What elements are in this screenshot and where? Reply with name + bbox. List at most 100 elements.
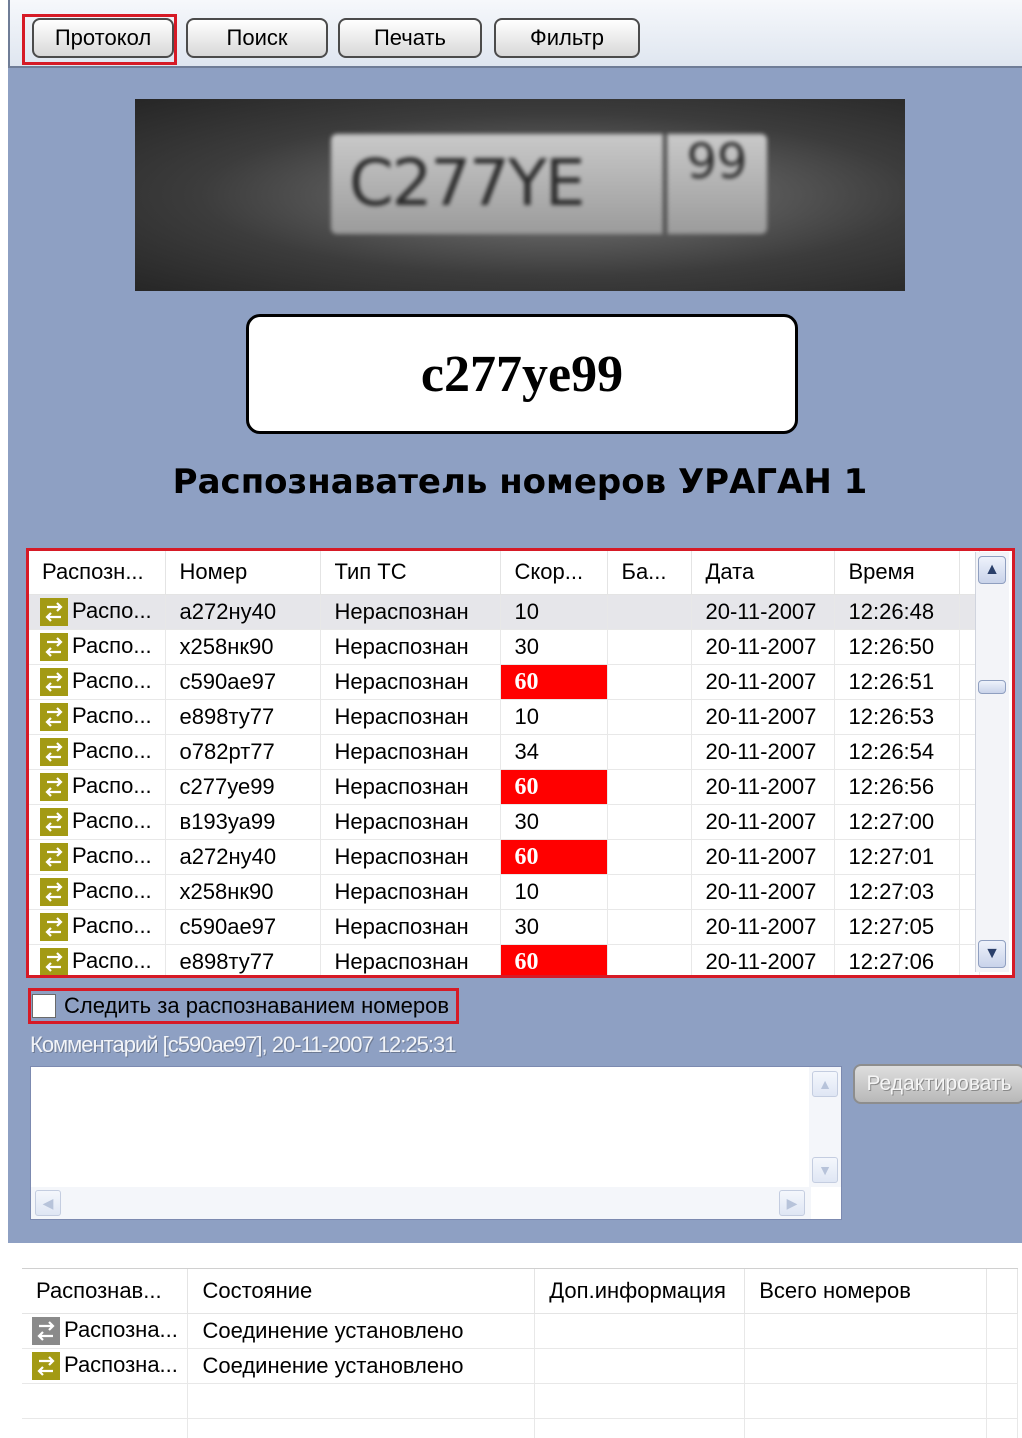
- toolbar: Протокол Поиск Печать Фильтр: [8, 0, 1022, 68]
- col-header-ba[interactable]: Ба...: [607, 550, 691, 595]
- vehicle-type-cell: Нераспознан: [320, 770, 500, 805]
- recognizer-cell-label: Распо...: [72, 598, 152, 623]
- col-header-recognizer[interactable]: Распозн...: [28, 550, 165, 595]
- time-cell: 12:26:51: [834, 665, 959, 700]
- ba-cell: [607, 595, 691, 630]
- status-col-info[interactable]: Доп.информация: [535, 1269, 745, 1314]
- status-empty-cell: [188, 1419, 535, 1438]
- recognizer-arrows-icon: [32, 1317, 60, 1345]
- table-row[interactable]: Распо...с277уе99Нераспознан6020-11-20071…: [28, 770, 979, 805]
- table-row[interactable]: Распо...х258нк90Нераспознан1020-11-20071…: [28, 875, 979, 910]
- events-table-container: Распозн... Номер Тип ТС Скор... Ба... Да…: [28, 550, 1013, 976]
- recognizer-arrows-icon: [40, 948, 68, 976]
- table-row[interactable]: Распо...х258нк90Нераспознан3020-11-20071…: [28, 630, 979, 665]
- status-state-cell: Соединение установлено: [188, 1349, 535, 1384]
- col-header-speed[interactable]: Скор...: [500, 550, 607, 595]
- date-cell: 20-11-2007: [691, 840, 834, 875]
- table-row[interactable]: Распо...с590ае97Нераспознан6020-11-20071…: [28, 665, 979, 700]
- col-header-date[interactable]: Дата: [691, 550, 834, 595]
- events-vscrollbar[interactable]: ▲ ▼: [975, 552, 1009, 972]
- recognizer-arrows-icon: [40, 668, 68, 696]
- date-cell: 20-11-2007: [691, 770, 834, 805]
- recognizer-cell-label: Распо...: [72, 668, 152, 693]
- time-cell: 12:26:53: [834, 700, 959, 735]
- scroll-up-icon[interactable]: ▲: [812, 1071, 838, 1097]
- table-row[interactable]: Распо...с590ае97Нераспознан3020-11-20071…: [28, 910, 979, 945]
- recognizer-arrows-icon: [40, 598, 68, 626]
- ba-cell: [607, 665, 691, 700]
- scroll-left-icon[interactable]: ◀: [35, 1190, 61, 1216]
- status-table: Распознав... Состояние Доп.информация Вс…: [22, 1269, 1018, 1438]
- status-col-recognizer[interactable]: Распознав...: [22, 1269, 188, 1314]
- status-empty-cell: [22, 1384, 188, 1419]
- table-row[interactable]: Распо...е898ту77Нераспознан1020-11-20071…: [28, 700, 979, 735]
- scroll-up-icon[interactable]: ▲: [978, 556, 1006, 584]
- col-header-time[interactable]: Время: [834, 550, 959, 595]
- plate-photo: C277YE 99: [135, 99, 905, 291]
- status-row[interactable]: Распозна...Соединение установлено: [22, 1314, 1018, 1349]
- scroll-down-icon[interactable]: ▼: [978, 940, 1006, 968]
- print-button[interactable]: Печать: [338, 18, 482, 58]
- scroll-down-icon[interactable]: ▼: [812, 1157, 838, 1183]
- follow-recognition-row[interactable]: Следить за распознаванием номеров: [32, 990, 449, 1022]
- col-header-number[interactable]: Номер: [165, 550, 320, 595]
- time-cell: 12:26:48: [834, 595, 959, 630]
- recognizer-cell-label: Распо...: [72, 773, 152, 798]
- follow-recognition-checkbox[interactable]: [32, 994, 56, 1018]
- speed-cell: 10: [500, 595, 607, 630]
- status-row[interactable]: Распозна...Соединение установлено: [22, 1349, 1018, 1384]
- number-cell: х258нк90: [165, 875, 320, 910]
- status-empty-cell: [535, 1419, 745, 1438]
- comment-textarea[interactable]: ▲ ▼ ◀ ▶: [30, 1066, 842, 1220]
- recognizer-arrows-icon: [40, 703, 68, 731]
- vehicle-type-cell: Нераспознан: [320, 805, 500, 840]
- recognizer-cell: Распо...: [28, 875, 165, 910]
- time-cell: 12:26:56: [834, 770, 959, 805]
- ba-cell: [607, 735, 691, 770]
- time-cell: 12:27:03: [834, 875, 959, 910]
- date-cell: 20-11-2007: [691, 630, 834, 665]
- scroll-thumb[interactable]: [978, 680, 1006, 694]
- status-empty-cell: [745, 1419, 987, 1438]
- status-col-total[interactable]: Всего номеров: [745, 1269, 987, 1314]
- comment-vscrollbar[interactable]: ▲ ▼: [809, 1067, 841, 1187]
- table-row[interactable]: Распо...а272ну40Нераспознан1020-11-20071…: [28, 595, 979, 630]
- col-header-vehicle-type[interactable]: Тип ТС: [320, 550, 500, 595]
- status-empty-row: [22, 1384, 1018, 1419]
- status-col-filler: [987, 1269, 1018, 1314]
- status-col-state[interactable]: Состояние: [188, 1269, 535, 1314]
- status-info-cell: [535, 1314, 745, 1349]
- recognizer-cell-label: Распо...: [72, 808, 152, 833]
- date-cell: 20-11-2007: [691, 700, 834, 735]
- ba-cell: [607, 630, 691, 665]
- plate-photo-text: C277YE: [349, 147, 583, 221]
- edit-button[interactable]: Редактировать: [853, 1064, 1022, 1104]
- recognizer-arrows-icon: [40, 913, 68, 941]
- recognizer-cell: Распо...: [28, 595, 165, 630]
- table-row[interactable]: Распо...е898ту77Нераспознан6020-11-20071…: [28, 945, 979, 977]
- search-button[interactable]: Поиск: [186, 18, 328, 58]
- status-empty-row: [22, 1419, 1018, 1438]
- ba-cell: [607, 875, 691, 910]
- recognizer-cell: Распо...: [28, 630, 165, 665]
- table-row[interactable]: Распо...о782рт77Нераспознан3420-11-20071…: [28, 735, 979, 770]
- filter-button[interactable]: Фильтр: [494, 18, 640, 58]
- status-empty-cell: [22, 1419, 188, 1438]
- status-recognizer-label: Распозна...: [64, 1317, 178, 1342]
- recognizer-cell-label: Распо...: [72, 703, 152, 728]
- recognizer-arrows-icon: [40, 878, 68, 906]
- recognizer-arrows-icon: [32, 1352, 60, 1380]
- time-cell: 12:26:54: [834, 735, 959, 770]
- table-row[interactable]: Распо...а272ну40Нераспознан6020-11-20071…: [28, 840, 979, 875]
- plate-photo-plate: C277YE 99: [331, 134, 767, 234]
- protocol-button[interactable]: Протокол: [32, 18, 174, 58]
- comment-hscrollbar[interactable]: ◀ ▶: [31, 1187, 811, 1219]
- status-table-container: Распознав... Состояние Доп.информация Вс…: [22, 1268, 1018, 1438]
- status-empty-cell: [745, 1384, 987, 1419]
- scroll-right-icon[interactable]: ▶: [779, 1190, 805, 1216]
- recognized-number: c277ye99: [246, 314, 798, 434]
- speed-cell: 60: [500, 770, 607, 805]
- table-row[interactable]: Распо...в193уа99Нераспознан3020-11-20071…: [28, 805, 979, 840]
- vehicle-type-cell: Нераспознан: [320, 700, 500, 735]
- ba-cell: [607, 910, 691, 945]
